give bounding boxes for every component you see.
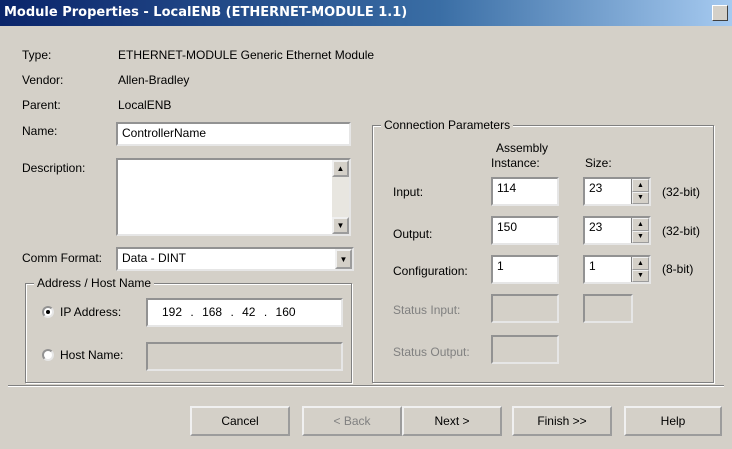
back-button[interactable]: < Back — [302, 406, 402, 436]
output-size-spinner[interactable]: ▲ ▼ — [631, 218, 649, 243]
comm-format-label: Comm Format: — [22, 251, 103, 265]
assembly-header: Assembly — [496, 141, 549, 155]
input-label: Input: — [393, 185, 424, 199]
spin-down-icon[interactable]: ▼ — [632, 230, 649, 243]
output-label: Output: — [393, 227, 433, 241]
size-header: Size: — [585, 156, 612, 170]
finish-button-label: Finish >> — [537, 414, 587, 428]
config-size-value: 1 — [589, 259, 596, 273]
spin-up-icon[interactable]: ▲ — [632, 257, 649, 270]
input-size-spinner[interactable]: ▲ ▼ — [631, 179, 649, 204]
spin-down-icon[interactable]: ▼ — [632, 191, 649, 204]
output-size-field[interactable]: 23 ▲ ▼ — [583, 216, 651, 245]
vendor-value: Allen-Bradley — [118, 73, 190, 87]
comm-format-select[interactable]: Data - DINT ▼ — [116, 247, 354, 271]
connection-group-label: Connection Parameters — [381, 118, 514, 132]
button-separator — [8, 385, 724, 387]
host-name-field[interactable] — [146, 342, 343, 371]
status-input-size-field[interactable] — [583, 294, 633, 323]
configuration-label: Configuration: — [393, 264, 468, 278]
scroll-up-icon[interactable]: ▲ — [332, 160, 349, 177]
window-title: Module Properties - LocalENB (ETHERNET-M… — [4, 5, 408, 20]
ip-octet-2: 168 — [202, 305, 223, 319]
address-group-label: Address / Host Name — [34, 276, 155, 290]
name-label: Name: — [22, 124, 58, 138]
type-label: Type: — [22, 48, 52, 62]
spin-up-icon[interactable]: ▲ — [632, 218, 649, 231]
close-icon[interactable] — [712, 5, 728, 21]
description-scrollbar[interactable]: ▲ ▼ — [332, 160, 349, 234]
status-output-label: Status Output: — [393, 345, 470, 359]
scroll-down-icon[interactable]: ▼ — [332, 217, 349, 234]
status-output-field[interactable] — [491, 335, 559, 364]
config-size-field[interactable]: 1 ▲ ▼ — [583, 255, 651, 284]
ip-dot: . — [263, 305, 268, 319]
spin-down-icon[interactable]: ▼ — [632, 269, 649, 282]
ip-address-label: IP Address: — [60, 305, 122, 319]
ip-address-field[interactable]: 192 . 168 . 42 . 160 — [146, 298, 343, 327]
next-button[interactable]: Next > — [402, 406, 502, 436]
back-button-label: < Back — [333, 414, 371, 428]
name-field[interactable]: ControllerName — [116, 122, 351, 146]
description-field[interactable]: ▲ ▼ — [116, 158, 351, 236]
output-unit: (32-bit) — [662, 224, 701, 238]
output-instance-field[interactable]: 150 — [491, 216, 559, 245]
cancel-button[interactable]: Cancel — [190, 406, 290, 436]
title-bar: Module Properties - LocalENB (ETHERNET-M… — [0, 0, 732, 26]
description-label: Description: — [22, 161, 86, 175]
finish-button[interactable]: Finish >> — [512, 406, 612, 436]
ip-octet-1: 192 — [162, 305, 183, 319]
chevron-down-icon[interactable]: ▼ — [335, 249, 352, 269]
radio-selected-dot — [46, 310, 50, 314]
config-size-spinner[interactable]: ▲ ▼ — [631, 257, 649, 282]
ip-octet-4: 160 — [275, 305, 296, 319]
config-instance-field[interactable]: 1 — [491, 255, 559, 284]
input-size-field[interactable]: 23 ▲ ▼ — [583, 177, 651, 206]
help-button-label: Help — [660, 414, 686, 428]
input-size-value: 23 — [589, 181, 603, 195]
ip-dot: . — [190, 305, 194, 319]
host-name-label: Host Name: — [60, 348, 124, 362]
help-button[interactable]: Help — [624, 406, 722, 436]
spin-up-icon[interactable]: ▲ — [632, 179, 649, 192]
ip-octet-3: 42 — [242, 305, 256, 319]
output-size-value: 23 — [589, 220, 603, 234]
vendor-label: Vendor: — [22, 73, 64, 87]
type-value: ETHERNET-MODULE Generic Ethernet Module — [118, 48, 375, 62]
comm-format-value: Data - DINT — [122, 251, 187, 265]
ip-address-radio[interactable] — [42, 306, 54, 318]
host-name-radio[interactable] — [42, 349, 54, 361]
next-button-label: Next > — [434, 414, 470, 428]
cancel-button-label: Cancel — [221, 414, 259, 428]
parent-label: Parent: — [22, 98, 61, 112]
status-input-label: Status Input: — [393, 303, 461, 317]
ip-dot: . — [230, 305, 234, 319]
config-unit: (8-bit) — [662, 262, 694, 276]
parent-value: LocalENB — [118, 98, 172, 112]
status-input-field[interactable] — [491, 294, 559, 323]
input-instance-field[interactable]: 114 — [491, 177, 559, 206]
instance-header: Instance: — [491, 156, 540, 170]
input-unit: (32-bit) — [662, 185, 701, 199]
